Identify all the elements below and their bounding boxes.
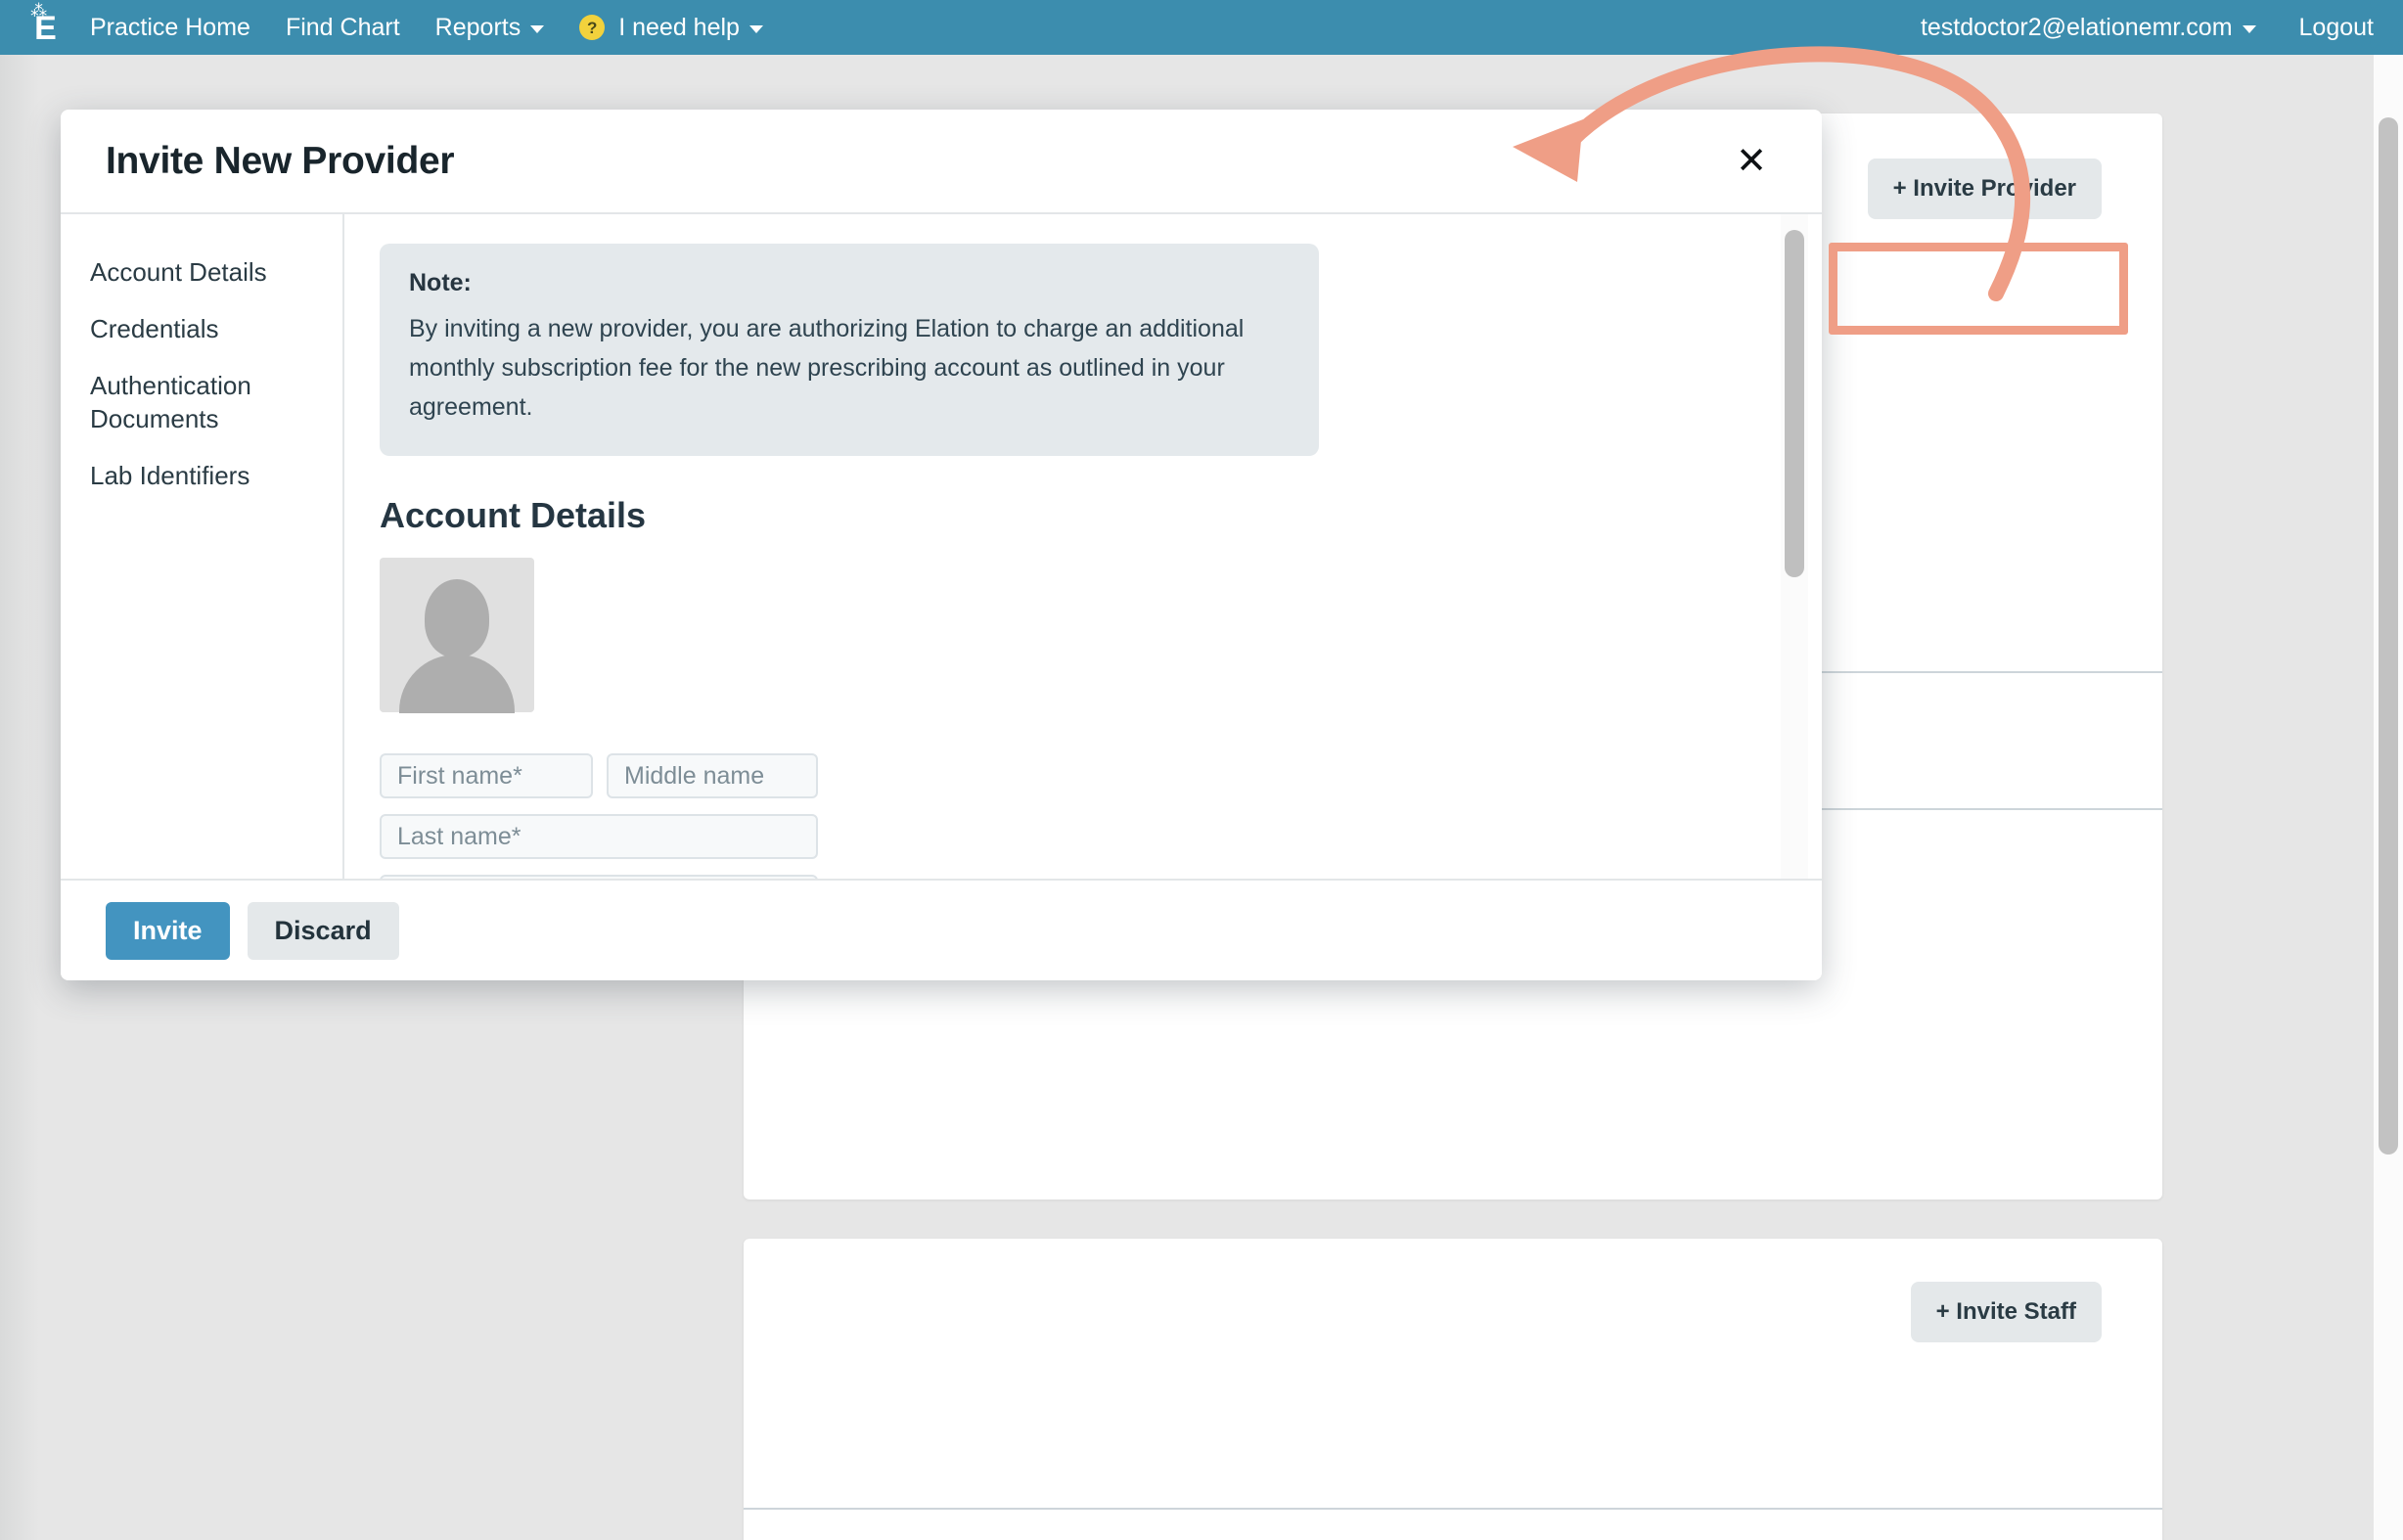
avatar-body-shape xyxy=(399,655,515,713)
modal-side-navigation: Account Details Credentials Authenticati… xyxy=(61,214,344,879)
sidenav-item-authentication-documents[interactable]: Authentication Documents xyxy=(61,357,342,447)
nav-find-chart-label: Find Chart xyxy=(285,13,400,41)
logout-link[interactable]: Logout xyxy=(2298,13,2374,41)
divider xyxy=(744,1508,2162,1510)
sidenav-label: Authentication Documents xyxy=(90,371,251,433)
modal-footer: Invite Discard xyxy=(61,879,1822,980)
nav-practice-home-label: Practice Home xyxy=(90,13,250,41)
discard-button[interactable]: Discard xyxy=(247,901,399,960)
avatar-head-shape xyxy=(425,579,489,657)
modal-scrollbar-thumb[interactable] xyxy=(1785,230,1804,577)
nav-i-need-help-label: I need help xyxy=(618,13,740,41)
sidenav-label: Account Details xyxy=(90,257,267,287)
elation-logo-icon: ⁂ E xyxy=(30,1,57,47)
nav-links: Practice Home Find Chart Reports ? I nee… xyxy=(90,15,763,40)
user-account-menu[interactable]: testdoctor2@elationemr.com xyxy=(1920,13,2256,41)
name-field-row: First name* Middle name xyxy=(380,753,1822,798)
sidenav-label: Lab Identifiers xyxy=(90,461,250,490)
first-name-input[interactable]: First name* xyxy=(380,753,593,798)
close-icon[interactable]: ✕ xyxy=(1726,139,1777,184)
staff-card: + Invite Staff xyxy=(744,1239,2162,1540)
screen-root: + Invite Provider -call None nicians nee… xyxy=(0,0,2403,1540)
section-title-account-details: Account Details xyxy=(380,495,647,535)
note-text: By inviting a new provider, you are auth… xyxy=(409,315,1245,421)
logout-label: Logout xyxy=(2298,13,2374,41)
nav-reports[interactable]: Reports xyxy=(434,13,545,41)
help-question-icon: ? xyxy=(579,15,606,40)
sidenav-item-account-details[interactable]: Account Details xyxy=(61,244,342,300)
modal-header: Invite New Provider ✕ xyxy=(61,110,1822,212)
sidenav-item-credentials[interactable]: Credentials xyxy=(61,300,342,357)
note-label: Note: xyxy=(409,269,472,296)
nav-practice-home[interactable]: Practice Home xyxy=(90,13,250,41)
modal-body: Account Details Credentials Authenticati… xyxy=(61,212,1822,879)
app-logo[interactable]: ⁂ E xyxy=(0,1,90,47)
nav-right-group: testdoctor2@elationemr.com Logout xyxy=(1920,13,2403,41)
modal-content-pane: Note: By inviting a new provider, you ar… xyxy=(344,214,1822,879)
last-name-row: Last name* xyxy=(380,814,1822,859)
chevron-down-icon xyxy=(748,25,763,33)
chevron-down-icon xyxy=(530,25,545,33)
last-name-input[interactable]: Last name* xyxy=(380,814,818,859)
invite-staff-button[interactable]: + Invite Staff xyxy=(1910,1282,2102,1342)
user-email-label: testdoctor2@elationemr.com xyxy=(1920,13,2233,41)
invite-new-provider-dialog: Invite New Provider ✕ Account Details Cr… xyxy=(61,110,1822,980)
email-input[interactable]: Email* xyxy=(380,875,818,879)
page-scrollbar-track[interactable] xyxy=(2374,55,2403,1540)
dialog-title: Invite New Provider xyxy=(106,139,455,182)
sidenav-label: Credentials xyxy=(90,314,219,343)
nav-reports-label: Reports xyxy=(434,13,521,41)
annotation-highlight-box xyxy=(1829,243,2128,335)
logo-spark-icon: ⁂ xyxy=(30,1,47,20)
avatar-placeholder-icon[interactable] xyxy=(380,558,534,713)
sidenav-item-lab-identifiers[interactable]: Lab Identifiers xyxy=(61,447,342,504)
top-navigation-bar: ⁂ E Practice Home Find Chart Reports ? I … xyxy=(0,0,2403,55)
chevron-down-icon xyxy=(2242,25,2256,33)
nav-find-chart[interactable]: Find Chart xyxy=(285,13,400,41)
email-row: Email* xyxy=(380,875,1822,879)
page-scrollbar-thumb[interactable] xyxy=(2379,117,2398,1155)
nav-i-need-help[interactable]: ? I need help xyxy=(579,15,763,40)
note-callout: Note: By inviting a new provider, you ar… xyxy=(380,244,1319,456)
invite-button[interactable]: Invite xyxy=(106,901,230,960)
invite-provider-button[interactable]: + Invite Provider xyxy=(1867,159,2102,219)
middle-name-input[interactable]: Middle name xyxy=(607,753,818,798)
